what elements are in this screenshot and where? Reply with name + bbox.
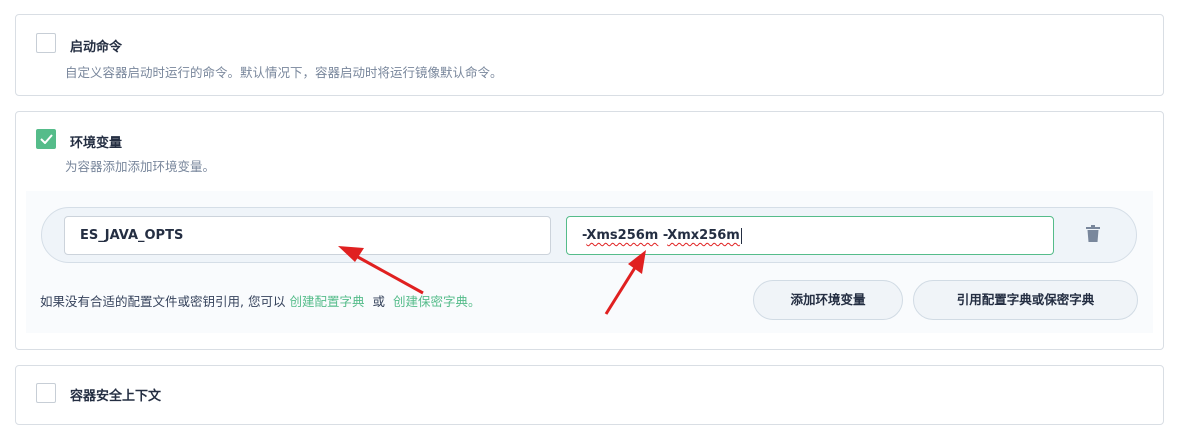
- env-var-row: ES_JAVA_OPTS -Xms256m -Xmx256m: [41, 207, 1137, 263]
- startup-command-description: 自定义容器启动时运行的命令。默认情况下，容器启动时将运行镜像默认命令。: [65, 65, 503, 80]
- security-context-card: 容器安全上下文: [15, 365, 1164, 425]
- hint-prefix: 如果没有合适的配置文件或密钥引用, 您可以: [40, 294, 286, 309]
- env-vars-hint: 如果没有合适的配置文件或密钥引用, 您可以 创建配置字典 或 创建保密字典。: [40, 291, 480, 310]
- env-var-value-sep: -: [658, 228, 668, 243]
- env-vars-description: 为容器添加添加环境变量。: [65, 159, 216, 174]
- add-env-var-button[interactable]: 添加环境变量: [753, 280, 903, 320]
- security-context-checkbox[interactable]: [36, 383, 56, 403]
- text-caret: [740, 227, 742, 244]
- env-var-key-text: ES_JAVA_OPTS: [80, 228, 184, 243]
- env-vars-card: 环境变量 为容器添加添加环境变量。 ES_JAVA_OPTS -Xms256m …: [15, 111, 1164, 350]
- create-configmap-link[interactable]: 创建配置字典: [289, 294, 364, 309]
- env-var-value-input[interactable]: -Xms256m -Xmx256m: [566, 216, 1054, 255]
- env-vars-title: 环境变量: [70, 136, 123, 151]
- env-vars-area: ES_JAVA_OPTS -Xms256m -Xmx256m 如果没有合适的配置…: [26, 191, 1153, 333]
- check-icon: [40, 134, 53, 144]
- hint-or: 或: [372, 294, 385, 309]
- env-var-key-input[interactable]: ES_JAVA_OPTS: [64, 216, 551, 255]
- startup-command-checkbox[interactable]: [36, 33, 56, 53]
- startup-command-card: 启动命令 自定义容器启动时运行的命令。默认情况下，容器启动时将运行镜像默认命令。: [15, 14, 1164, 96]
- env-var-value-xmx: Xmx256m: [667, 228, 740, 243]
- create-secret-link[interactable]: 创建保密字典。: [393, 294, 481, 309]
- env-var-value-xms: Xms256m: [586, 228, 659, 243]
- reference-configmap-secret-button[interactable]: 引用配置字典或保密字典: [913, 280, 1138, 320]
- page-scrollbar[interactable]: [1185, 0, 1199, 393]
- env-vars-checkbox[interactable]: [36, 129, 56, 149]
- security-context-title: 容器安全上下文: [70, 389, 162, 404]
- trash-icon[interactable]: [1085, 225, 1101, 247]
- startup-command-title: 启动命令: [70, 40, 123, 55]
